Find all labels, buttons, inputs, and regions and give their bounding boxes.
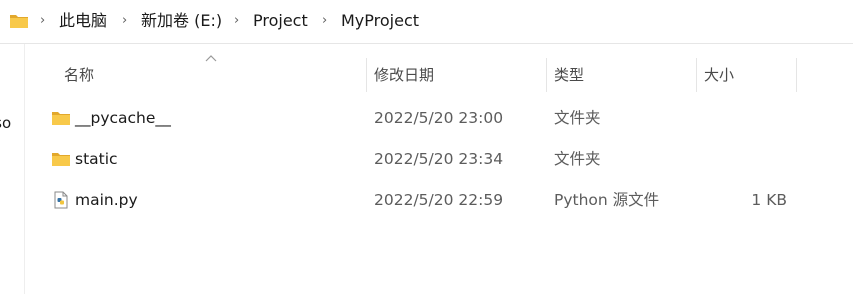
file-name[interactable]: __pycache__ [75, 99, 171, 137]
column-header-name[interactable]: 名称 [64, 56, 94, 94]
breadcrumb-item-project[interactable]: Project [253, 11, 308, 31]
file-modified-date: 2022/5/20 22:59 [374, 191, 504, 209]
folder-icon [52, 112, 70, 125]
file-row[interactable]: __pycache__ 2022/5/20 23:00 文件夹 [40, 99, 800, 137]
file-explorer-window: › 此电脑 › 新加卷 (E:) › Project › MyProject r… [0, 0, 853, 294]
folder-icon [10, 15, 28, 28]
column-header-date[interactable]: 修改日期 [374, 56, 434, 94]
address-bar[interactable]: › 此电脑 › 新加卷 (E:) › Project › MyProject [0, 0, 853, 44]
breadcrumb-item-drive-e[interactable]: 新加卷 (E:) [141, 11, 222, 31]
chevron-right-icon[interactable]: › [40, 11, 45, 31]
navigation-pane[interactable]: rso [0, 44, 25, 294]
python-file-icon [54, 191, 68, 209]
chevron-right-icon[interactable]: › [234, 11, 239, 31]
column-divider[interactable] [796, 58, 797, 92]
column-header-type[interactable]: 类型 [554, 56, 584, 94]
file-type: 文件夹 [554, 109, 601, 127]
file-type: Python 源文件 [554, 191, 660, 209]
file-name[interactable]: static [75, 140, 118, 178]
file-name[interactable]: main.py [75, 181, 138, 219]
column-divider[interactable] [546, 58, 547, 92]
file-size: 1 KB [751, 191, 787, 209]
chevron-right-icon[interactable]: › [122, 11, 127, 31]
file-modified-date: 2022/5/20 23:00 [374, 109, 504, 127]
column-header-size[interactable]: 大小 [704, 56, 734, 94]
breadcrumb-item-myproject[interactable]: MyProject [341, 11, 419, 31]
column-divider[interactable] [696, 58, 697, 92]
folder-icon [52, 153, 70, 166]
breadcrumb-item-this-pc[interactable]: 此电脑 [59, 11, 107, 31]
file-modified-date: 2022/5/20 23:34 [374, 150, 504, 168]
file-type: 文件夹 [554, 150, 601, 168]
nav-item-label[interactable]: rso [0, 114, 11, 132]
file-row[interactable]: main.py 2022/5/20 22:59 Python 源文件 1 KB [40, 181, 800, 219]
sort-ascending-icon [205, 55, 217, 62]
file-row[interactable]: static 2022/5/20 23:34 文件夹 [40, 140, 800, 178]
chevron-right-icon[interactable]: › [322, 11, 327, 31]
column-divider[interactable] [366, 58, 367, 92]
